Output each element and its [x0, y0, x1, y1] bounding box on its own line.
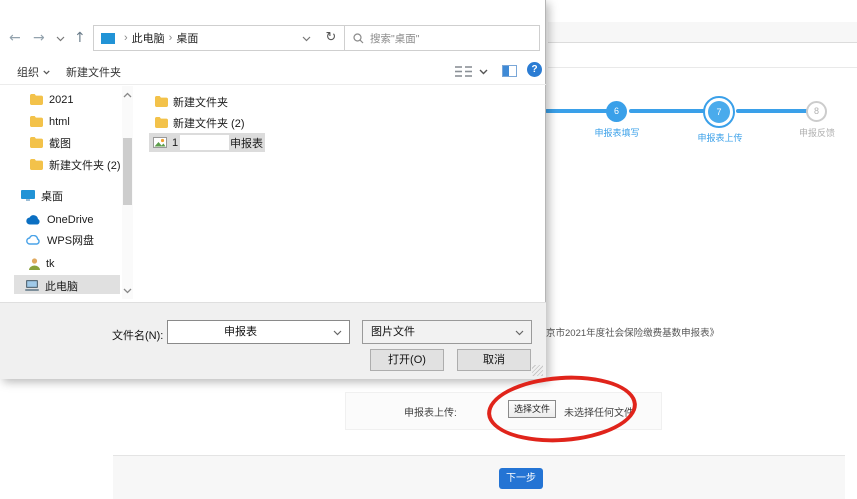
folder-icon [30, 137, 43, 148]
organize-menu[interactable]: 组织 [17, 64, 50, 80]
details-view-icon[interactable] [455, 65, 473, 78]
sidebar-item-label: 此电脑 [45, 280, 78, 293]
desktop-icon [21, 190, 35, 201]
search-placeholder-text: 搜索"桌面" [370, 32, 420, 45]
file-row-new-folder-2[interactable]: 新建文件夹 (2) [155, 114, 245, 131]
cancel-button[interactable]: 取消 [457, 349, 531, 371]
breadcrumb-this-pc[interactable]: 此电脑 [132, 30, 165, 46]
filename-label: 文件名(N): [112, 330, 164, 342]
filetype-value: 图片文件 [371, 326, 415, 338]
search-icon [353, 32, 364, 43]
sidebar-item-label: 桌面 [41, 190, 63, 203]
filename-redaction-box [180, 135, 229, 150]
organize-chevron-icon [43, 70, 50, 75]
sidebar-item-label: 新建文件夹 (2) [49, 159, 121, 172]
sidebar-item-new-folder-2[interactable]: 新建文件夹 (2) [30, 156, 121, 173]
wizard-step-8-label: 申报反馈 [798, 128, 836, 138]
scroll-up-icon[interactable] [123, 92, 132, 98]
sidebar-item-html[interactable]: html [30, 113, 70, 130]
file-name-prefix: 1 [172, 136, 179, 149]
wizard-step-6-circle: 6 [606, 101, 627, 122]
sidebar-scrollbar[interactable] [122, 86, 133, 299]
recent-locations-chevron-icon[interactable] [56, 36, 65, 42]
new-folder-button[interactable]: 新建文件夹 [66, 64, 121, 80]
file-name-label: 新建文件夹 (2) [173, 117, 245, 130]
refresh-button[interactable]: ↻ [318, 25, 345, 51]
wizard-step-8-circle: 8 [806, 101, 827, 122]
red-circle-annotation [484, 370, 640, 448]
page-partial-text: 京市2021年度社会保险缴费基数申报表》 [546, 328, 720, 339]
folder-icon [30, 94, 43, 105]
toolbar-divider [0, 84, 546, 85]
filename-input[interactable]: 申报表 [167, 320, 350, 344]
new-folder-label: 新建文件夹 [66, 67, 121, 79]
view-options-chevron-icon[interactable] [479, 69, 488, 75]
screenshot-root: 6 7 8 申报表填写 申报表上传 申报反馈 京市2021年度社会保险缴费基数申… [0, 0, 857, 499]
file-name-suffix-label: 申报表 [230, 137, 263, 150]
sidebar-item-desktop[interactable]: 桌面 [21, 187, 63, 204]
sidebar-item-label: tk [46, 257, 55, 270]
forward-button[interactable]: → [33, 30, 45, 46]
user-icon [29, 257, 40, 270]
filename-dropdown-chevron-icon[interactable] [333, 330, 342, 336]
onedrive-cloud-icon [26, 214, 40, 225]
sidebar-item-label: 2021 [49, 93, 74, 106]
help-icon[interactable]: ? [527, 62, 542, 77]
upload-label: 申报表上传: [404, 408, 457, 419]
up-button[interactable]: ↑ [74, 30, 86, 46]
folder-icon [30, 159, 43, 170]
scrollbar-thumb[interactable] [123, 138, 132, 205]
page-divider [548, 67, 857, 68]
wizard-step-6-label: 申报表填写 [594, 128, 640, 138]
sidebar-item-2021[interactable]: 2021 [30, 91, 73, 108]
image-file-icon [153, 137, 167, 148]
sidebar-item-screenshots[interactable]: 截图 [30, 134, 71, 151]
scroll-down-icon[interactable] [123, 288, 132, 294]
sidebar-item-this-pc[interactable]: 此电脑 [25, 277, 78, 294]
preview-pane-icon[interactable] [502, 65, 517, 77]
address-dropdown-chevron-icon[interactable] [302, 36, 311, 42]
address-bar[interactable]: › 此电脑 › 桌面 [93, 25, 319, 51]
filetype-dropdown[interactable]: 图片文件 [362, 320, 532, 344]
sidebar-item-onedrive[interactable]: OneDrive [26, 211, 93, 228]
folder-icon [155, 96, 168, 107]
wizard-step-7-number: 7 [708, 101, 730, 123]
folder-icon [155, 117, 168, 128]
computer-icon [25, 280, 39, 291]
next-step-button[interactable]: 下一步 [499, 468, 543, 489]
open-button[interactable]: 打开(O) [370, 349, 444, 371]
sidebar-item-label: html [49, 115, 70, 128]
file-name-label: 新建文件夹 [173, 96, 228, 109]
sidebar-item-label: OneDrive [47, 213, 94, 226]
search-box[interactable]: 搜索"桌面" [344, 25, 540, 51]
file-row-selected-image[interactable]: 1 [153, 134, 178, 151]
page-footer-band [113, 455, 845, 499]
wizard-step-7-label: 申报表上传 [697, 133, 743, 143]
file-name-suffix: 申报表 [230, 134, 263, 151]
sidebar-item-user-tk[interactable]: tk [29, 255, 55, 272]
wps-cloud-icon [26, 234, 40, 245]
folder-icon [30, 116, 43, 127]
file-row-new-folder[interactable]: 新建文件夹 [155, 93, 228, 110]
back-button[interactable]: ← [9, 30, 21, 46]
wizard-connector [629, 109, 706, 113]
wizard-connector [736, 109, 808, 113]
folder-location-icon [101, 32, 115, 44]
breadcrumb-separator: › [124, 32, 128, 44]
page-header-band [548, 22, 857, 43]
filename-value: 申报表 [224, 326, 257, 338]
open-file-dialog: ← → ↑ › 此电脑 › 桌面 ↻ 搜索"桌面" 组织 新建文件夹 ? 202… [0, 0, 546, 379]
sidebar-item-label: 截图 [49, 137, 71, 150]
breadcrumb-desktop[interactable]: 桌面 [176, 30, 198, 46]
sidebar-item-label: WPS网盘 [47, 234, 95, 247]
breadcrumb-separator: › [168, 32, 173, 44]
wizard-step-7-circle: 7 [703, 96, 735, 128]
resize-grip[interactable] [532, 365, 543, 376]
filetype-dropdown-chevron-icon[interactable] [515, 330, 524, 336]
sidebar-item-wps-cloud[interactable]: WPS网盘 [26, 231, 94, 248]
wizard-connector [545, 109, 609, 113]
organize-label: 组织 [17, 67, 39, 79]
